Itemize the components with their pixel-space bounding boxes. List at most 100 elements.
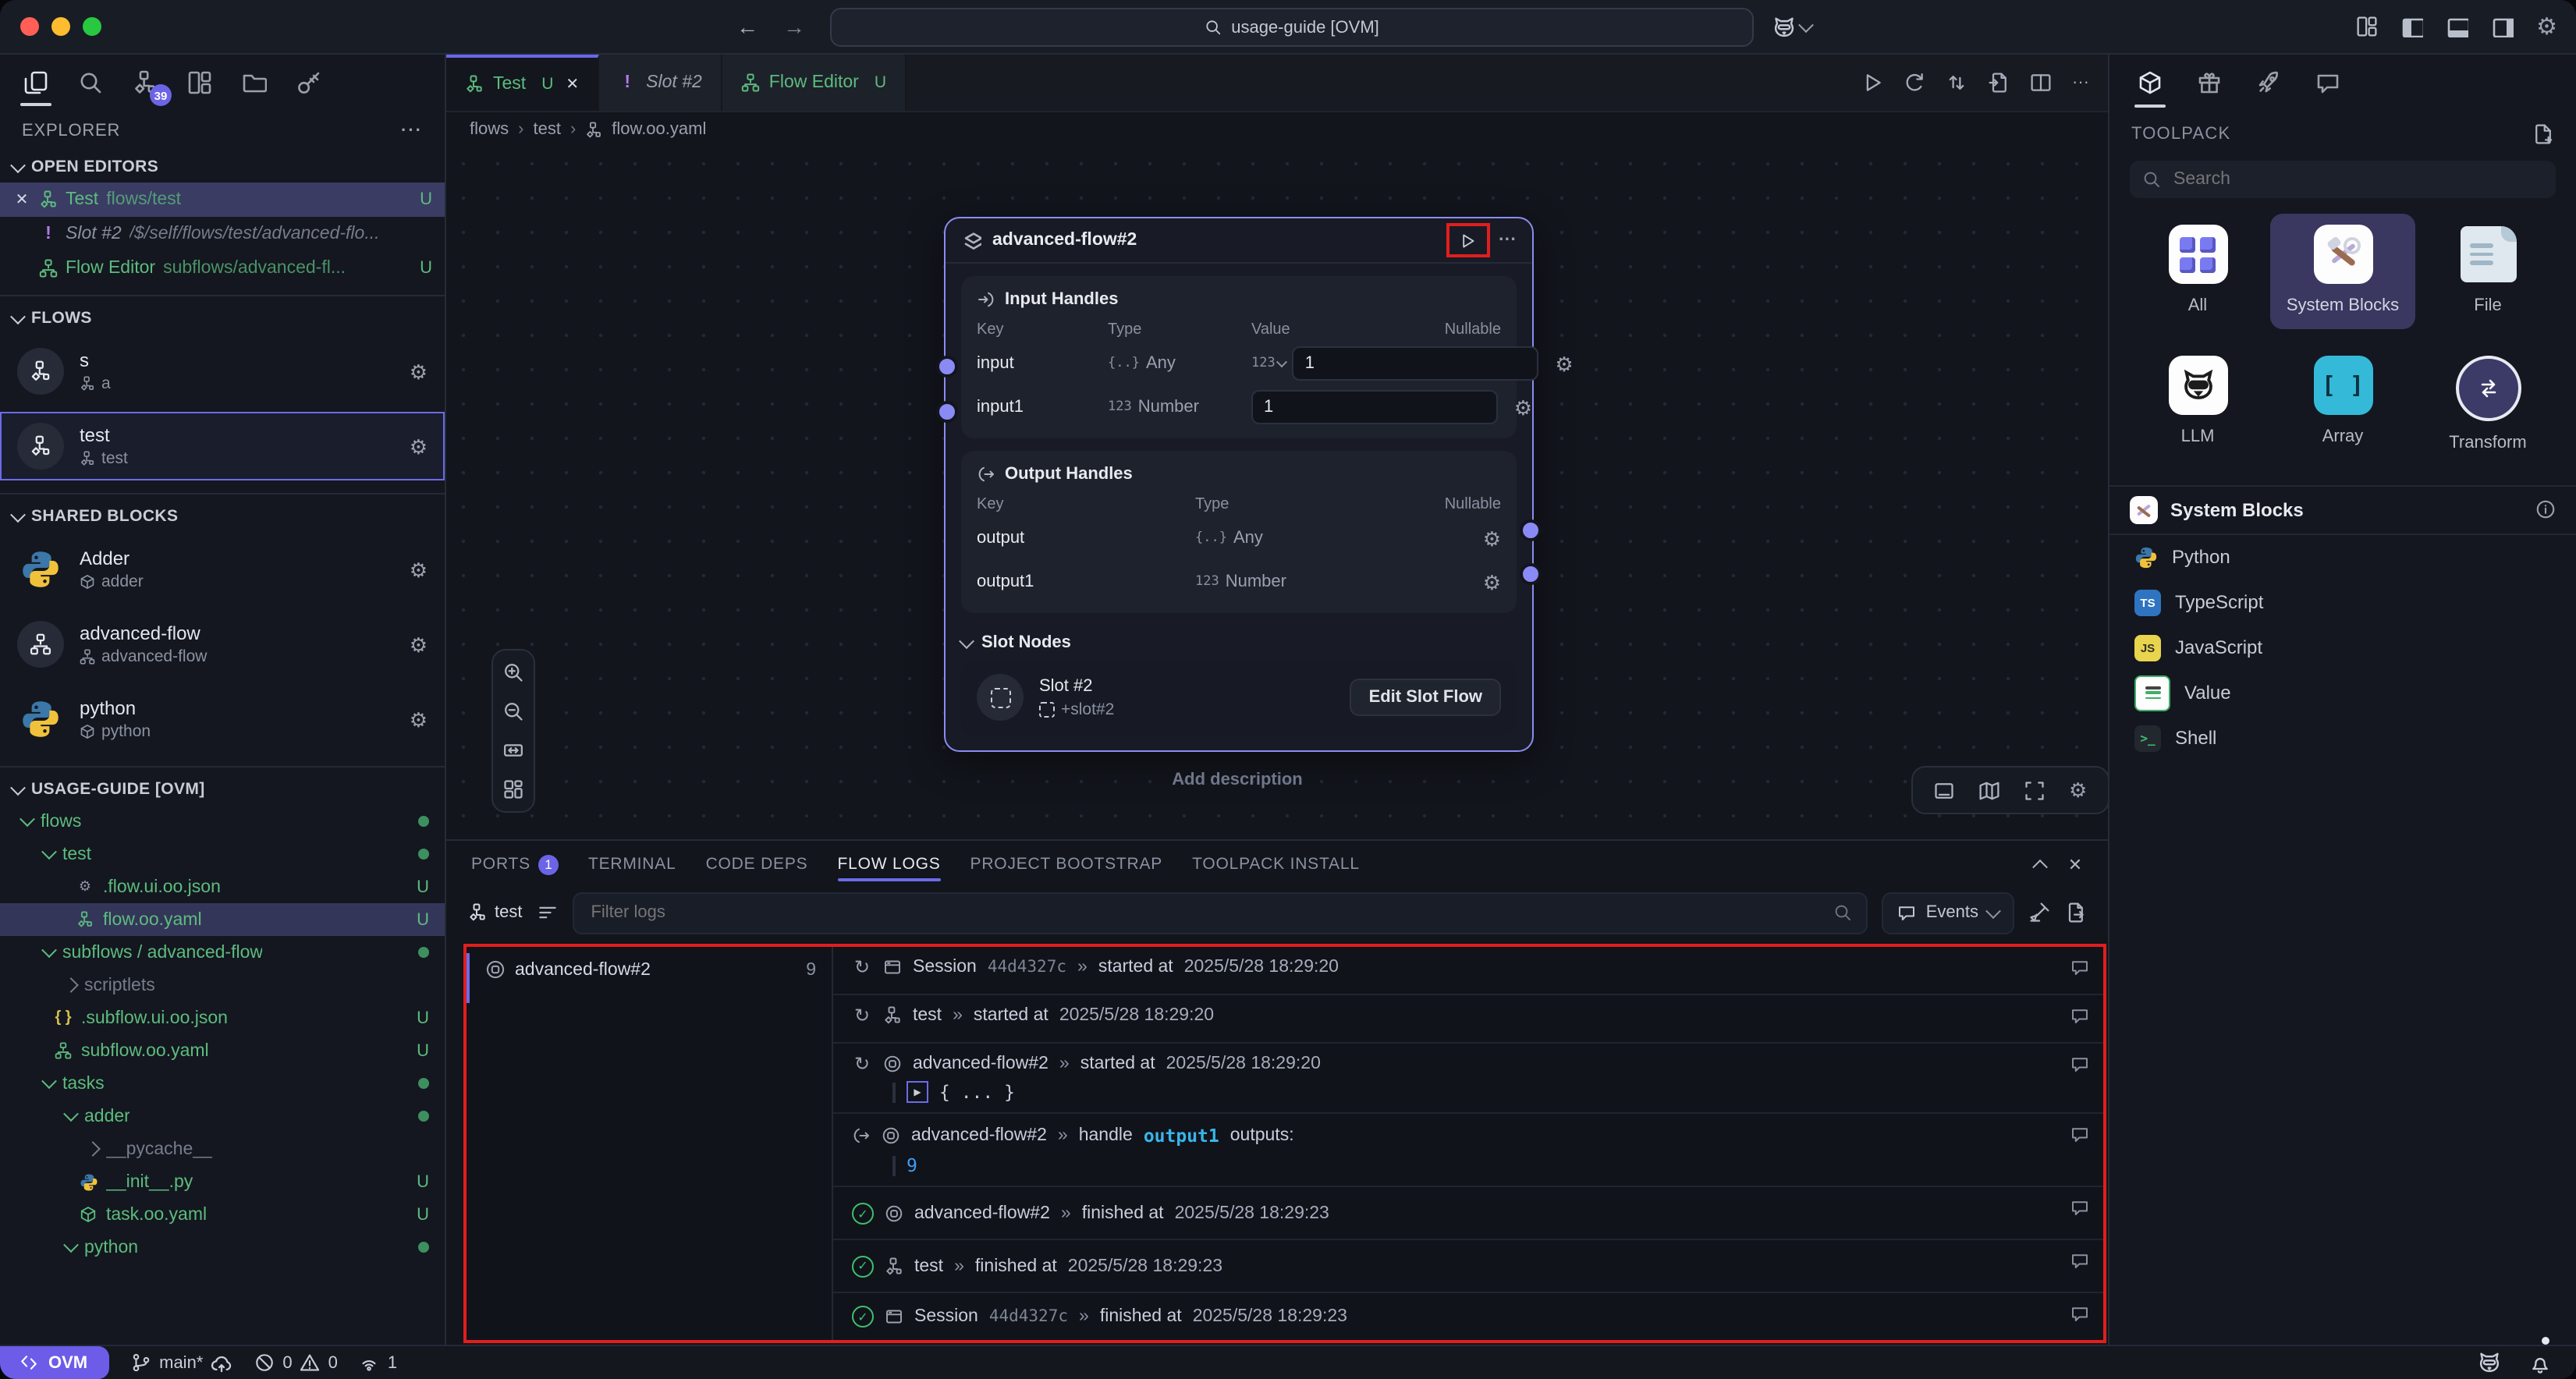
block-typescript[interactable]: TS TypeScript: [2109, 580, 2576, 625]
clear-logs-icon[interactable]: [2028, 902, 2050, 923]
comment-icon[interactable]: [2070, 1125, 2089, 1143]
assistant-menu[interactable]: [1772, 15, 1811, 38]
minimize-window-button[interactable]: [51, 17, 70, 36]
explorer-activity-icon[interactable]: [19, 62, 53, 103]
flow-settings-gear-icon[interactable]: ⚙: [410, 361, 428, 381]
flow-canvas[interactable]: advanced-flow#2 ··· Input Handles Key: [446, 147, 2108, 839]
rocket-activity-icon[interactable]: [2256, 62, 2281, 103]
output-value[interactable]: 9: [907, 1154, 917, 1176]
block-settings-gear-icon[interactable]: ⚙: [410, 559, 428, 580]
problems-status[interactable]: 0 0: [254, 1352, 338, 1373]
close-panel-icon[interactable]: ✕: [2068, 854, 2083, 874]
split-editor-icon[interactable]: [2030, 72, 2052, 94]
more-actions-icon[interactable]: ···: [2072, 73, 2089, 92]
close-window-button[interactable]: [20, 17, 39, 36]
expand-payload-icon[interactable]: ▶: [907, 1081, 928, 1103]
breadcrumb-flows[interactable]: flows: [470, 120, 509, 139]
breadcrumb[interactable]: flows › test › flow.oo.yaml: [446, 112, 2108, 147]
tree-folder-python[interactable]: python: [0, 1231, 445, 1264]
log-row-test-finish[interactable]: ✓ test » finished at 2025/5/28 18:29:23: [833, 1240, 2103, 1292]
block-shell[interactable]: >_ Shell: [2109, 715, 2576, 760]
log-scope[interactable]: test: [468, 903, 522, 922]
tree-folder-tasks[interactable]: tasks: [0, 1067, 445, 1100]
flows-section-header[interactable]: FLOWS: [0, 303, 445, 334]
folder-activity-icon[interactable]: [237, 62, 271, 103]
comment-icon[interactable]: [2070, 1198, 2089, 1217]
log-row-session-start[interactable]: ↻ Session 44d4327c » started at 2025/5/2…: [833, 947, 2103, 995]
tree-file-flow-ui-json[interactable]: ⚙ .flow.ui.oo.json U: [0, 870, 445, 903]
node-advanced-flow-2[interactable]: advanced-flow#2 ··· Input Handles Key: [944, 217, 1534, 752]
editor-layout-activity-icon[interactable]: [183, 62, 217, 103]
log-row-test-start[interactable]: ↻ test » started at 2025/5/28 18:29:20: [833, 995, 2103, 1044]
tab-terminal[interactable]: TERMINAL: [588, 841, 676, 888]
flows-activity-icon[interactable]: 39: [128, 62, 162, 103]
new-toolpack-icon[interactable]: [2532, 123, 2554, 145]
breadcrumb-test[interactable]: test: [533, 120, 560, 139]
comment-icon[interactable]: [2070, 1303, 2089, 1322]
project-section-header[interactable]: USAGE-GUIDE [OVM]: [0, 774, 445, 805]
handle-settings-gear-icon[interactable]: ⚙: [1498, 397, 1532, 417]
handle-settings-gear-icon[interactable]: ⚙: [1467, 572, 1501, 592]
gift-activity-icon[interactable]: [2197, 62, 2222, 103]
toggle-secondary-sidebar-icon[interactable]: [2491, 16, 2513, 37]
events-dropdown[interactable]: Events: [1882, 892, 2014, 934]
tree-folder-subflows[interactable]: subflows / advanced-flow: [0, 936, 445, 969]
tree-folder-scriptlets[interactable]: scriptlets: [0, 969, 445, 1001]
log-group-advanced-flow-2[interactable]: advanced-flow#2 9: [467, 947, 832, 980]
payload-preview[interactable]: { ... }: [939, 1081, 1015, 1103]
rerun-icon[interactable]: [1904, 72, 1925, 94]
fit-width-icon[interactable]: [502, 739, 524, 761]
shared-block-python[interactable]: python python ⚙: [0, 685, 445, 753]
category-array[interactable]: [ ] Array: [2270, 345, 2415, 466]
comment-icon[interactable]: [2070, 1055, 2089, 1073]
shared-blocks-header[interactable]: SHARED BLOCKS: [0, 501, 445, 532]
shared-block-adder[interactable]: Adder adder ⚙: [0, 535, 445, 604]
search-activity-icon[interactable]: [73, 62, 108, 103]
run-icon[interactable]: [1861, 72, 1883, 94]
auto-layout-icon[interactable]: [502, 778, 524, 800]
shared-block-advanced-flow[interactable]: advanced-flow advanced-flow ⚙: [0, 610, 445, 679]
category-transform[interactable]: Transform: [2415, 345, 2560, 466]
add-description-button[interactable]: Add description: [944, 771, 1531, 789]
block-javascript[interactable]: JS JavaScript: [2109, 625, 2576, 670]
tab-test[interactable]: Test U ✕: [446, 55, 599, 111]
tab-toolpack-install[interactable]: TOOLPACK INSTALL: [1192, 841, 1360, 888]
log-row-node-finish[interactable]: ✓ advanced-flow#2 » finished at 2025/5/2…: [833, 1187, 2103, 1239]
comment-icon[interactable]: [2070, 1251, 2089, 1270]
toolpack-activity-icon[interactable]: [2138, 62, 2163, 103]
tab-flow-logs[interactable]: FLOW LOGS: [837, 841, 940, 888]
toggle-panel-icon[interactable]: [1933, 779, 1955, 801]
tree-folder-flows[interactable]: flows: [0, 805, 445, 838]
zoom-out-icon[interactable]: [502, 700, 524, 722]
maximize-panel-icon[interactable]: [2033, 859, 2049, 874]
ports-status[interactable]: 1: [360, 1352, 397, 1373]
open-editor-test[interactable]: ✕ Test flows/test U: [0, 183, 445, 217]
tree-folder-test[interactable]: test: [0, 838, 445, 870]
tree-folder-pycache[interactable]: __pycache__: [0, 1133, 445, 1165]
info-icon[interactable]: [2535, 499, 2556, 519]
block-value[interactable]: Value: [2109, 670, 2576, 715]
zoom-in-icon[interactable]: [502, 661, 524, 683]
log-row-output1[interactable]: advanced-flow#2 » handle output1 outputs…: [833, 1114, 2103, 1187]
node-header[interactable]: advanced-flow#2 ···: [946, 218, 1532, 264]
remote-indicator[interactable]: OVM: [0, 1346, 109, 1379]
log-row-node-start[interactable]: ↻ advanced-flow#2 » started at 2025/5/28…: [833, 1044, 2103, 1114]
toolpack-search-input[interactable]: [2170, 168, 2543, 190]
input-value-field[interactable]: [1293, 346, 1539, 381]
block-python[interactable]: Python: [2109, 534, 2576, 580]
forward-icon[interactable]: →: [783, 14, 805, 39]
run-node-icon[interactable]: [1459, 232, 1476, 249]
command-center-search[interactable]: usage-guide [OVM]: [830, 8, 1754, 47]
toggle-sidebar-icon[interactable]: [2400, 16, 2422, 37]
close-icon[interactable]: ✕: [12, 191, 31, 208]
customize-layout-icon[interactable]: [2355, 16, 2377, 37]
back-icon[interactable]: ←: [736, 14, 758, 39]
export-file-icon[interactable]: [1988, 72, 2010, 94]
tab-slot2[interactable]: ! Slot #2: [599, 55, 722, 111]
canvas-settings-gear-icon[interactable]: ⚙: [2069, 780, 2087, 800]
log-row-session-finish[interactable]: ✓ Session 44d4327c » finished at 2025/5/…: [833, 1292, 2103, 1340]
input1-value-field[interactable]: [1251, 390, 1498, 424]
slot-card[interactable]: Slot #2 +slot#2 Edit Slot Flow: [961, 660, 1517, 735]
tab-flow-editor[interactable]: Flow Editor U: [722, 55, 907, 111]
list-filter-icon[interactable]: [536, 902, 558, 923]
